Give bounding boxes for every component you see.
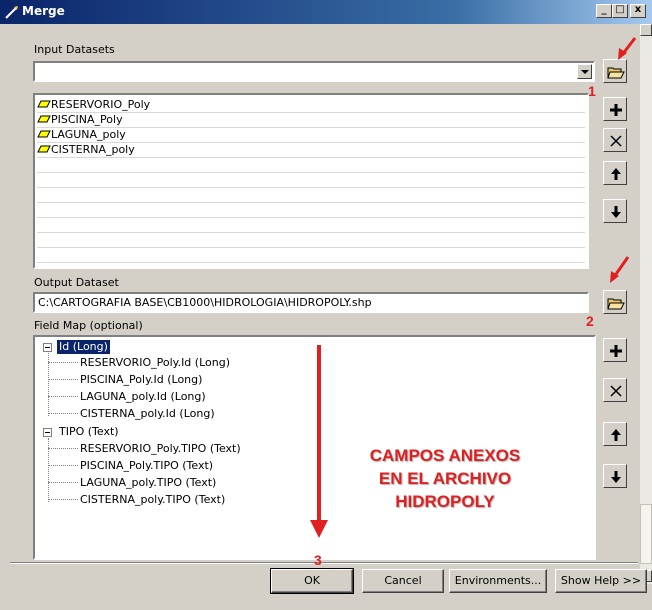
arrow-icon: [618, 37, 637, 60]
annotation-text: CAMPOS ANEXOS EN EL ARCHIVO HIDROPOLY: [369, 446, 521, 511]
step-number-2: 2: [586, 313, 594, 329]
arrow-icon: [310, 345, 328, 538]
annotation-arrows: [310, 37, 637, 538]
step-number-1: 1: [588, 83, 596, 99]
merge-dialog: Merge _ □ x Input Datasets RESERVORIO_Po…: [0, 0, 652, 610]
step-number-3: 3: [314, 552, 322, 568]
arrow-icon: [610, 256, 630, 283]
